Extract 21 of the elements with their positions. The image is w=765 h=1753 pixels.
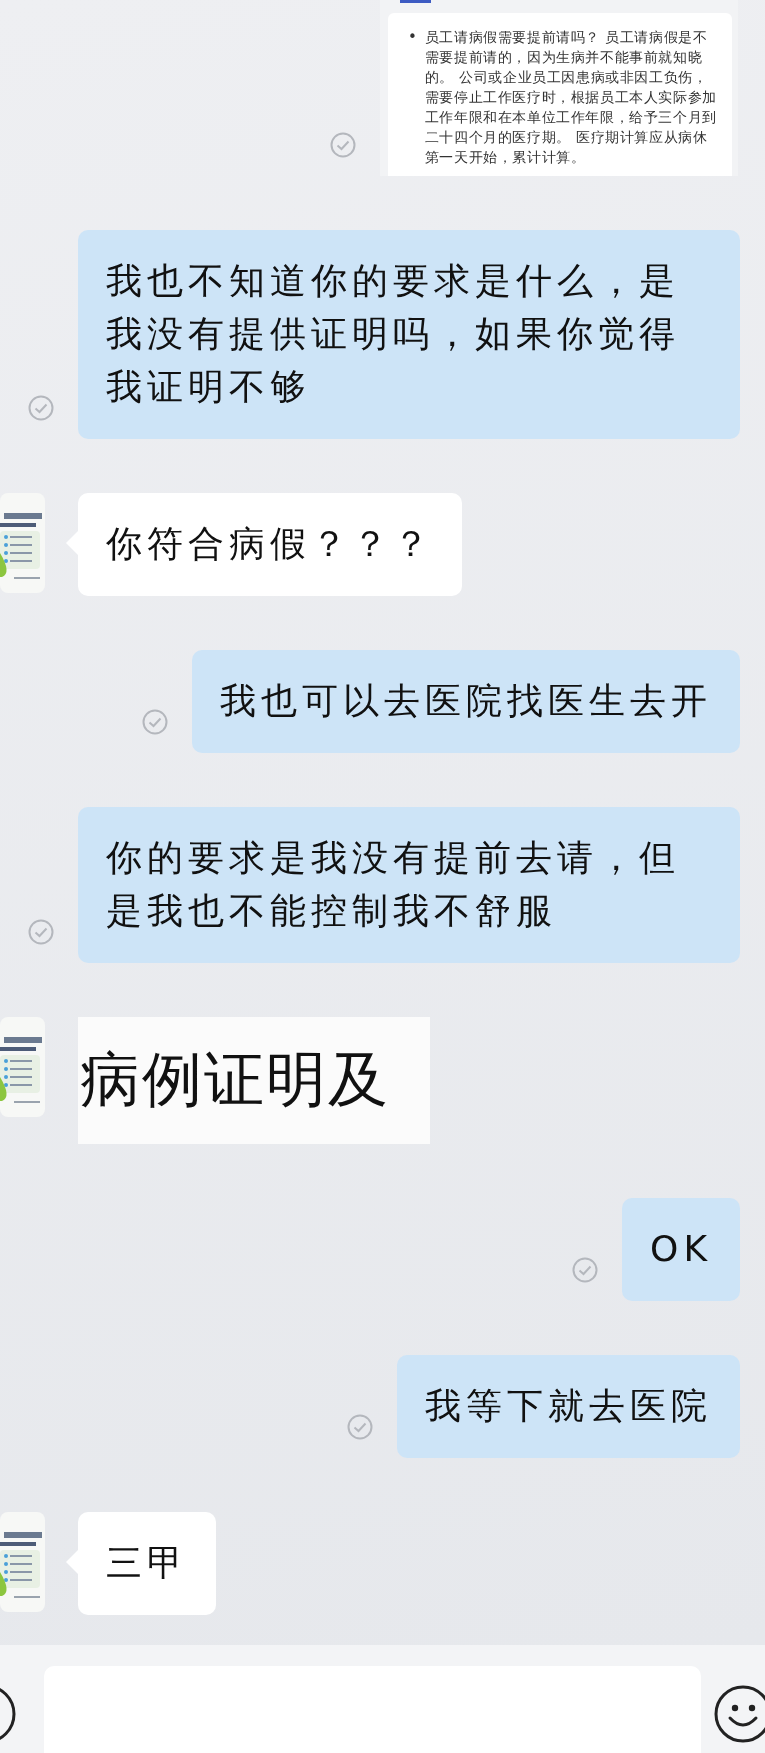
check-icon <box>347 1414 373 1440</box>
check-icon <box>330 132 356 158</box>
message-bubble[interactable]: OK <box>622 1198 740 1301</box>
tab-underline <box>400 0 431 3</box>
image-message[interactable]: 病例证明及 <box>78 1017 430 1144</box>
document-text: 员工请病假需要提前请吗？ 员工请病假是不需要提前请的，因为生病并不能事前就知晓的。 公司或企业员工因患病或非因工负伤，需要停止工作医疗时，根据员工本人实际参加工作年限和在本单位工作年限，给予三个月到二十四个月的医疗期。 医疗期计算应从病休第一天开始，累计计算。 <box>424 28 718 167</box>
check-icon <box>142 709 168 735</box>
check-icon <box>572 1257 599 1283</box>
message-bubble[interactable]: 我等下就去医院 <box>397 1355 740 1458</box>
image-text: 病例证明及 <box>80 1043 390 1116</box>
bubble-tail <box>66 1550 78 1574</box>
check-icon <box>28 919 54 945</box>
emoji-icon[interactable] <box>712 1684 765 1744</box>
check-icon <box>28 395 54 421</box>
bullet: • <box>408 27 417 48</box>
document-image[interactable]: • 员工请病假需要提前请吗？ 员工请病假是不需要提前请的，因为生病并不能事前就知晓的。 公司或企业员工因患病或非因工负伤，需要停止工作医疗时，根据员工本人实际参加工作年限和在本单位工作年限，给予三个月到二十四个月的医疗期。 医疗期计算应从病休第一天开始，累计计算。 <box>380 0 738 176</box>
message-bubble[interactable]: 我也可以去医院找医生去开 <box>192 650 740 753</box>
message-bubble[interactable]: 你符合病假？？？ <box>78 493 462 596</box>
message-bubble[interactable]: 你的要求是我没有提前去请，但是我也不能控制我不舒服 <box>78 807 740 963</box>
message-bubble[interactable]: 我也不知道你的要求是什么，是我没有提供证明吗，如果你觉得我证明不够 <box>78 230 740 439</box>
message-bubble[interactable]: 三甲 <box>78 1512 216 1615</box>
